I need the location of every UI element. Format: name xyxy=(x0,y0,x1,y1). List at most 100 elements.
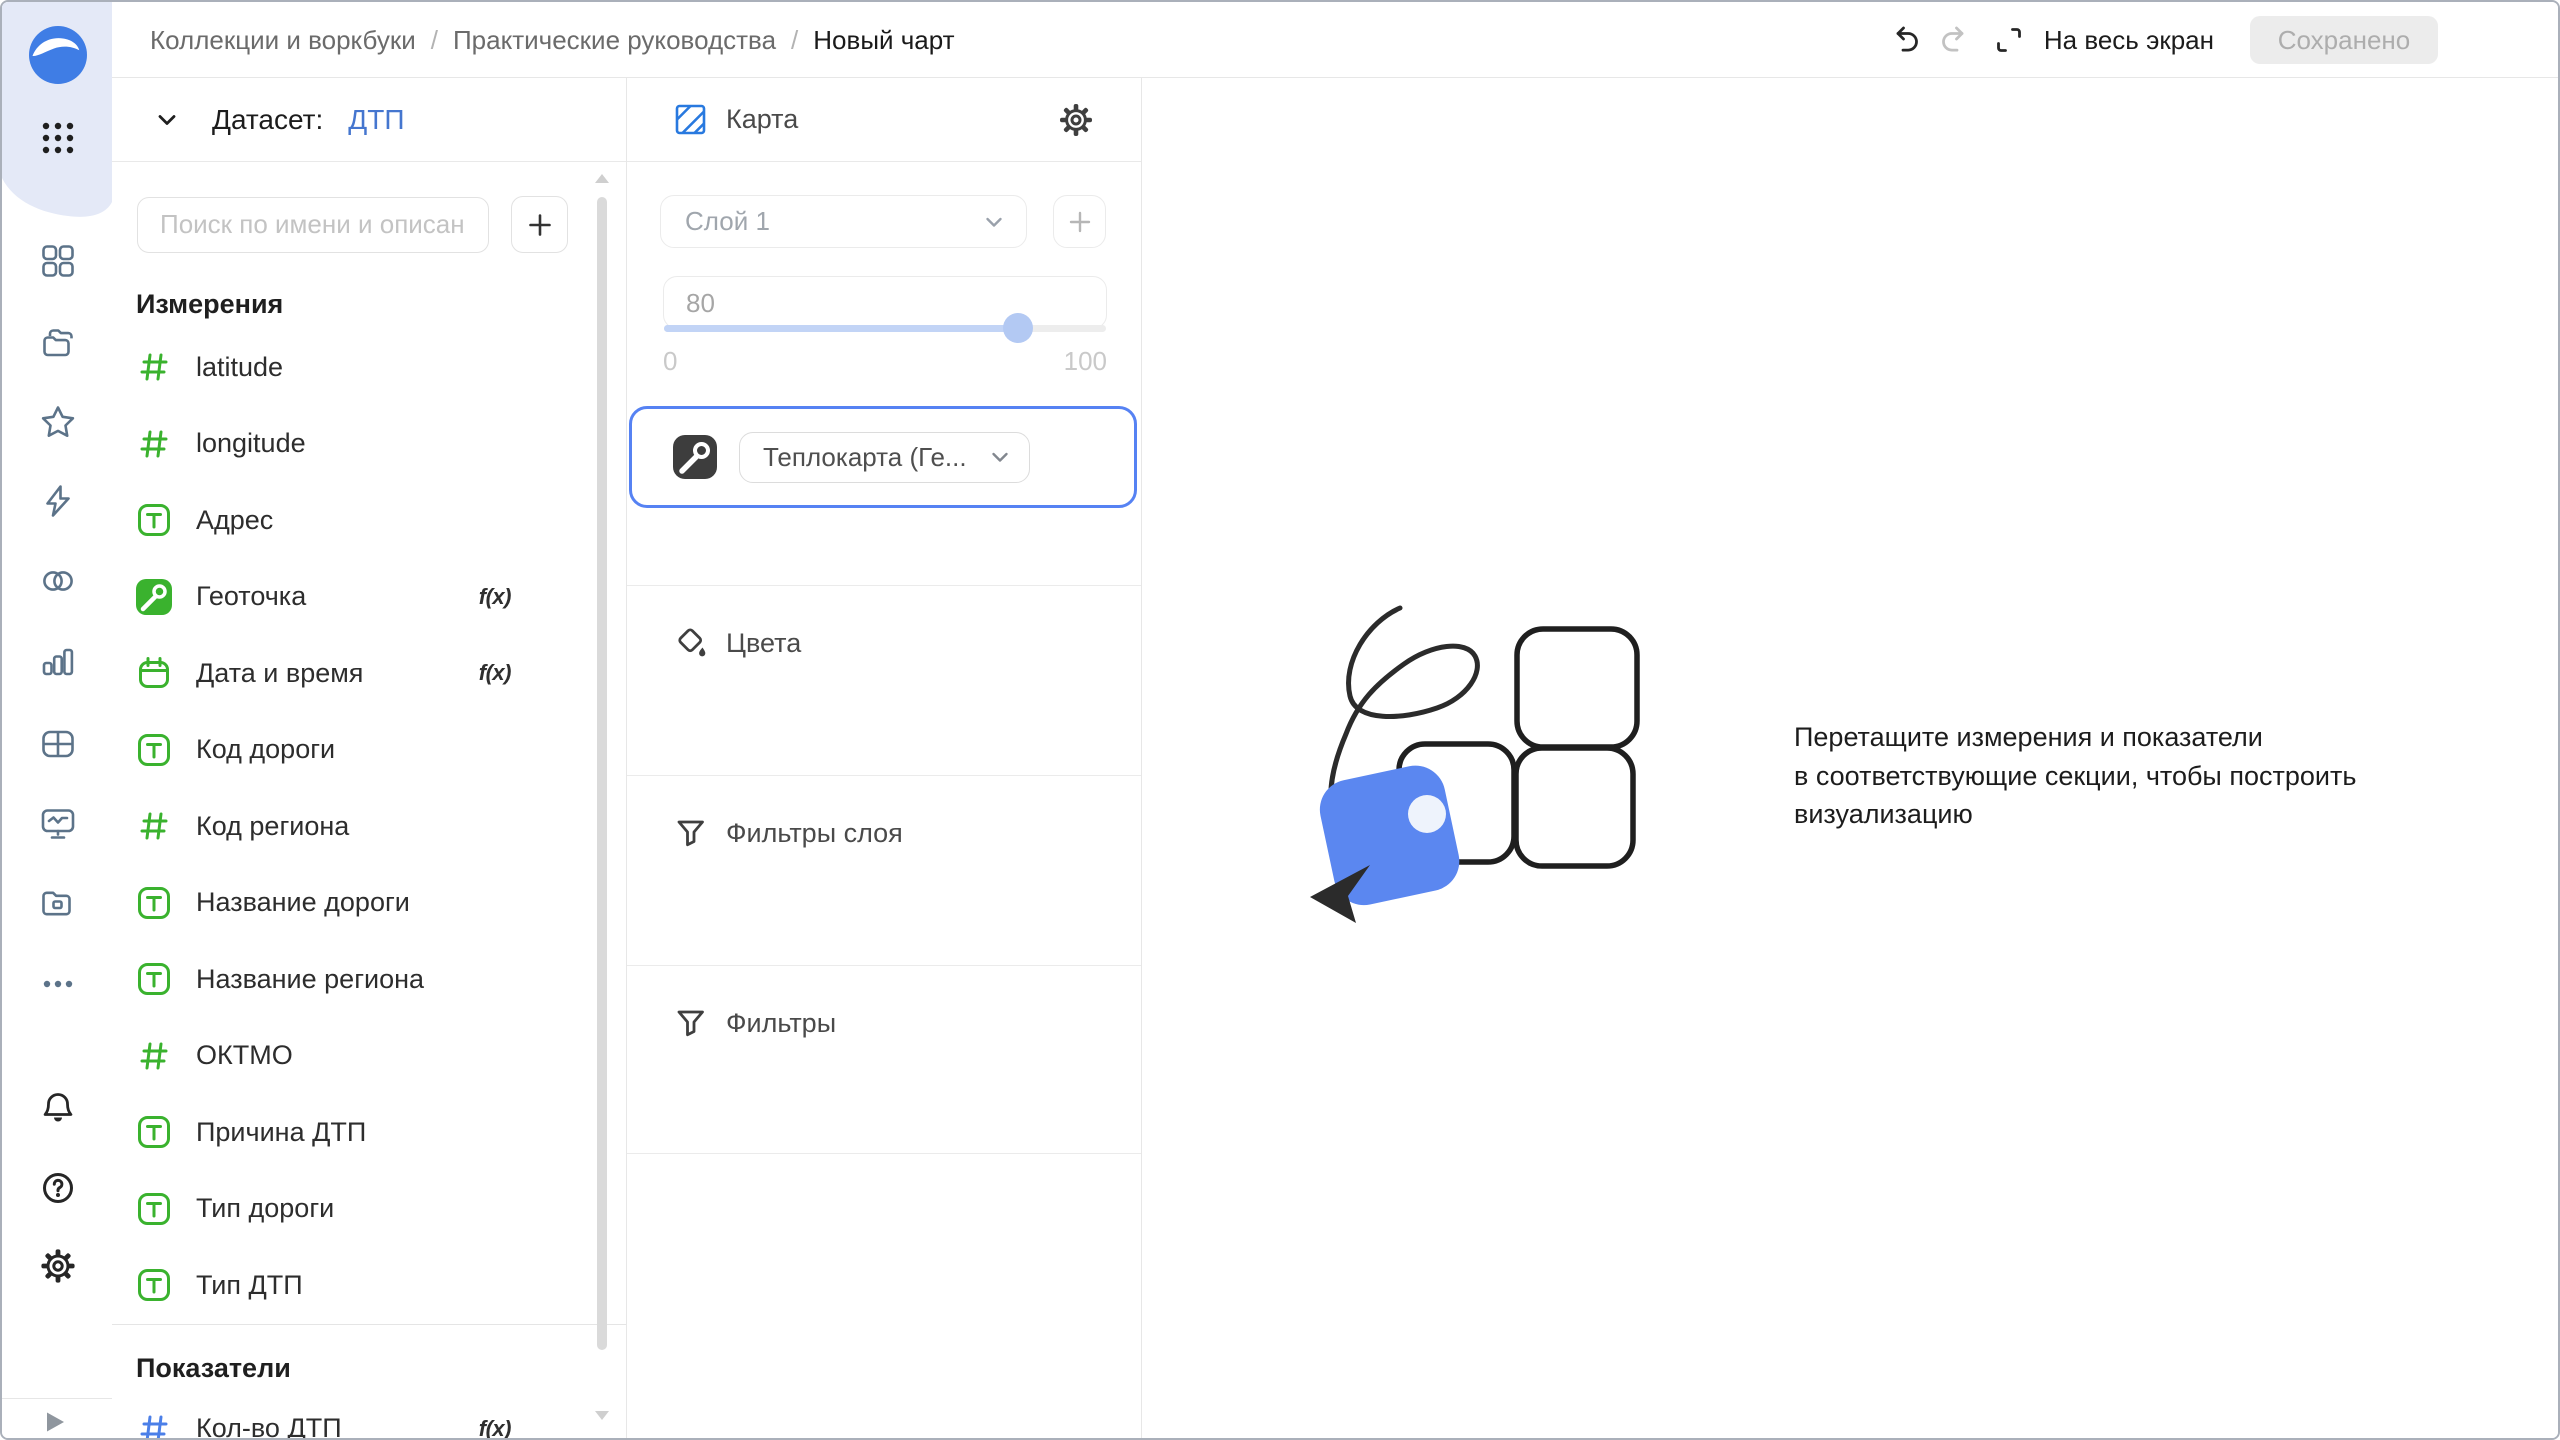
undo-button[interactable] xyxy=(1890,23,1924,57)
paint-bucket-icon xyxy=(678,628,706,657)
opacity-value: 80 xyxy=(686,288,715,318)
sidebar-item-storage[interactable] xyxy=(39,885,77,923)
field-row[interactable]: longitude xyxy=(136,406,626,483)
notifications-button[interactable] xyxy=(39,1089,77,1127)
gear-icon xyxy=(41,1249,75,1283)
field-row[interactable]: Кол-во ДТП f(x) xyxy=(136,1391,626,1440)
sidebar-item-charts[interactable] xyxy=(39,642,77,680)
settings-button[interactable] xyxy=(39,1247,77,1285)
add-field-button[interactable] xyxy=(511,196,568,253)
add-layer-button[interactable] xyxy=(1053,195,1106,248)
filters-section[interactable]: Фильтры xyxy=(627,965,1141,1154)
sidebar-expand-button[interactable] xyxy=(41,1409,67,1435)
opacity-slider[interactable] xyxy=(664,313,1106,343)
chevron-down-icon[interactable] xyxy=(154,107,180,133)
dataset-label: Датасет: xyxy=(212,103,324,135)
empty-state-line: в соответствующие секции, чтобы построит… xyxy=(1794,760,2357,791)
field-row[interactable]: Дата и время f(x) xyxy=(136,635,626,712)
sidebar-item-tables[interactable] xyxy=(39,725,77,763)
field-name: Адрес xyxy=(196,504,274,535)
field-name: Геоточка xyxy=(196,581,307,612)
funnel-icon xyxy=(677,820,704,847)
field-row[interactable]: Адрес xyxy=(136,482,626,559)
question-circle-icon xyxy=(43,1173,73,1203)
field-name: Дата и время xyxy=(196,657,364,688)
field-name: Название региона xyxy=(196,963,425,994)
sidebar-item-connections[interactable] xyxy=(39,482,77,520)
field-row[interactable]: Код дороги xyxy=(136,712,626,789)
breadcrumb-workbook[interactable]: Практические руководства xyxy=(453,25,776,56)
search-row xyxy=(137,196,626,253)
geotype-select[interactable]: Теплокарта (Ге... xyxy=(739,431,1030,483)
visualization-panel: Карта Слой 1 80 0 100 Теплокарта (Ге... … xyxy=(627,78,1142,1438)
field-row[interactable]: Геоточка f(x) xyxy=(136,559,626,636)
layer-opacity-input[interactable]: 80 xyxy=(663,276,1107,343)
sidebar-item-monitoring[interactable] xyxy=(39,805,77,843)
apps-grid-button[interactable] xyxy=(40,120,76,156)
search-input[interactable] xyxy=(137,196,489,253)
formula-badge: f(x) xyxy=(478,1415,512,1440)
redo-button[interactable] xyxy=(1936,23,1970,57)
colors-section[interactable]: Цвета xyxy=(627,585,1141,775)
squares-grid-icon xyxy=(42,245,74,277)
datalens-logo[interactable] xyxy=(29,26,87,84)
fullscreen-button[interactable]: На весь экран xyxy=(1992,23,2214,57)
field-row[interactable]: ОКТМО xyxy=(136,1018,626,1095)
empty-state-line: визуализацию xyxy=(1794,799,1973,829)
breadcrumb-collections[interactable]: Коллекции и воркбуки xyxy=(150,25,416,56)
text-type-icon xyxy=(138,733,170,766)
sidebar-item-collections[interactable] xyxy=(39,325,77,363)
breadcrumb-current-page: Новый чарт xyxy=(813,24,955,55)
field-row[interactable]: Название региона xyxy=(136,941,626,1018)
expand-icon xyxy=(1996,28,2021,52)
formula-badge: f(x) xyxy=(478,660,512,686)
sidebar-item-dashboards[interactable] xyxy=(39,242,77,280)
field-row[interactable]: Причина ДТП xyxy=(136,1094,626,1171)
field-name: Причина ДТП xyxy=(196,1116,367,1147)
text-type-icon xyxy=(138,1116,170,1149)
empty-state-illustration xyxy=(1310,605,1640,923)
save-button[interactable]: Сохранено xyxy=(2250,16,2438,64)
text-type-icon xyxy=(138,963,170,996)
field-row[interactable]: Тип дороги xyxy=(136,1171,626,1248)
text-type-icon xyxy=(138,1269,170,1302)
fields-divider xyxy=(112,1323,626,1325)
chart-type-selector[interactable]: Карта xyxy=(673,102,798,138)
breadcrumb-separator: / xyxy=(791,24,799,55)
chart-settings-button[interactable] xyxy=(1058,102,1094,138)
dataset-header: Датасет: ДТП xyxy=(112,78,626,162)
sidebar-item-favorites[interactable] xyxy=(39,403,77,441)
dataset-panel: Датасет: ДТП Измерения latitude longitud… xyxy=(112,78,627,1440)
field-row[interactable]: latitude xyxy=(136,329,626,406)
number-type-icon xyxy=(140,353,168,381)
layer-select[interactable]: Слой 1 xyxy=(660,195,1027,248)
empty-state-line: Перетащите измерения и показатели xyxy=(1794,722,2263,752)
folders-icon xyxy=(43,329,73,357)
fields-list: Измерения latitude longitude Адрес Геото… xyxy=(112,289,626,1440)
scroll-up-arrow[interactable] xyxy=(595,174,609,183)
viz-sections: Цвета Фильтры слоя Фильтры xyxy=(627,585,1141,1154)
help-button[interactable] xyxy=(39,1169,77,1207)
colors-section-label: Цвета xyxy=(726,628,802,658)
field-row[interactable]: Название дороги xyxy=(136,865,626,942)
dataset-name-link[interactable]: ДТП xyxy=(348,104,404,136)
scroll-down-arrow[interactable] xyxy=(595,1411,609,1420)
scrollbar[interactable] xyxy=(597,197,607,1350)
field-name: Название дороги xyxy=(196,887,410,918)
field-name: latitude xyxy=(196,351,284,382)
sidebar-item-more[interactable] xyxy=(39,965,77,1003)
field-row[interactable]: Тип ДТП xyxy=(136,1247,626,1324)
layer-filters-section[interactable]: Фильтры слоя xyxy=(627,775,1141,965)
sidebar-item-datasets[interactable] xyxy=(39,562,77,600)
field-name: Код дороги xyxy=(196,734,336,765)
breadcrumb-separator: / xyxy=(430,24,438,55)
geopoints-section-selected[interactable]: Теплокарта (Ге... xyxy=(629,406,1137,508)
opacity-slider-handle[interactable] xyxy=(1002,313,1033,343)
venn-circles-icon xyxy=(43,571,73,591)
formula-badge: f(x) xyxy=(478,583,512,609)
field-name: Тип ДТП xyxy=(196,1269,303,1300)
topbar: Коллекции и воркбуки / Практические руко… xyxy=(112,2,2558,78)
field-row[interactable]: Код региона xyxy=(136,788,626,865)
ellipsis-icon xyxy=(43,980,73,988)
monitor-pulse-icon xyxy=(41,809,75,839)
